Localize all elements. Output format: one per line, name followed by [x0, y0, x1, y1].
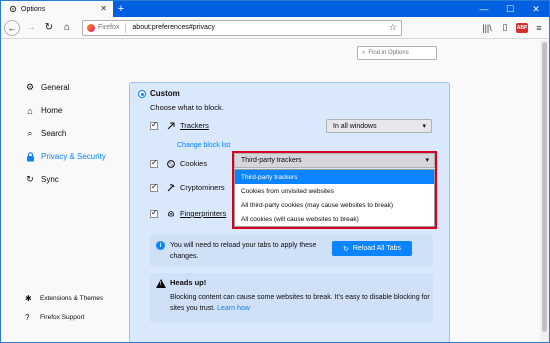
- tab-options[interactable]: Options ✕: [1, 1, 113, 17]
- sidebar-item-privacy-security[interactable]: Privacy & Security: [25, 145, 125, 168]
- identity-box[interactable]: Firefox: [87, 23, 120, 32]
- scrollbar-thumb[interactable]: [542, 42, 547, 332]
- learn-how-link[interactable]: Learn how: [217, 305, 250, 312]
- url-text[interactable]: about:preferences#privacy: [132, 24, 215, 31]
- cookies-label: Cookies: [180, 159, 208, 168]
- reload-all-tabs-label: Reload All Tabs: [352, 245, 401, 252]
- custom-radio[interactable]: [138, 90, 146, 98]
- search-icon: ⌕: [27, 128, 33, 138]
- window-controls: — ☐ ✕: [471, 1, 549, 17]
- search-icon: ⌕: [362, 49, 366, 56]
- fingerprinters-checkbox[interactable]: [150, 208, 158, 218]
- pickaxe-icon: [166, 183, 176, 192]
- sidebar-item-search[interactable]: ⌕ Search: [25, 122, 125, 145]
- trackers-scope-value: In all windows: [333, 122, 377, 130]
- cryptominers-checkbox[interactable]: [150, 182, 158, 192]
- home-icon: ⌂: [27, 105, 33, 116]
- firefox-support-link[interactable]: ? Firefox Support: [25, 313, 135, 322]
- footer-link-label: Extensions & Themes: [40, 295, 104, 302]
- cookie-icon: [166, 159, 176, 168]
- trackers-label: Trackers: [180, 121, 209, 130]
- heads-up-notice: ! Heads up! Blocking content can cause s…: [150, 273, 433, 323]
- cryptominers-row: Cryptominers: [150, 182, 225, 192]
- help-icon: ?: [25, 313, 30, 322]
- reload-button[interactable]: ↻: [40, 19, 58, 37]
- fingerprinters-row: Fingerprinters: [150, 208, 227, 218]
- firefox-icon: [87, 23, 95, 32]
- preferences-sidebar: ⚙ General ⌂ Home ⌕ Search Privacy & Secu…: [25, 76, 125, 191]
- close-tab-icon[interactable]: ✕: [100, 4, 107, 13]
- vertical-scrollbar[interactable]: [540, 40, 549, 342]
- change-block-list-link[interactable]: Change block list: [177, 142, 230, 149]
- chevron-down-icon: ▾: [422, 123, 426, 130]
- url-bar[interactable]: Firefox about:preferences#privacy ☆: [82, 19, 402, 36]
- adblock-plus-icon[interactable]: ABP: [516, 22, 528, 33]
- lock-icon: [25, 151, 35, 162]
- heads-up-title: Heads up!: [170, 278, 207, 287]
- cookies-row: Cookies: [150, 158, 208, 168]
- browser-window: Options ✕ + — ☐ ✕ ← → ↻ ⌂ Firefox about:…: [0, 0, 550, 343]
- reload-icon: ↻: [343, 245, 349, 253]
- sidebar-item-label: Home: [41, 106, 63, 115]
- new-tab-button[interactable]: +: [113, 1, 129, 17]
- identity-label: Firefox: [98, 24, 120, 31]
- maximize-button[interactable]: ☐: [497, 1, 523, 17]
- sidebar-item-home[interactable]: ⌂ Home: [25, 99, 125, 122]
- custom-title: Custom: [150, 89, 180, 98]
- hamburger-menu-icon[interactable]: ≡: [532, 21, 546, 35]
- find-in-options-input[interactable]: ⌕ Find in Options: [357, 46, 437, 60]
- cryptominers-label: Cryptominers: [180, 183, 225, 192]
- close-window-button[interactable]: ✕: [523, 1, 549, 17]
- navigation-toolbar: ← → ↻ ⌂ Firefox about:preferences#privac…: [1, 17, 549, 39]
- reload-all-tabs-button[interactable]: ↻ Reload All Tabs: [332, 241, 412, 256]
- puzzle-icon: ✱: [25, 294, 32, 303]
- tab-title: Options: [21, 5, 46, 13]
- sidebar-item-label: General: [41, 83, 70, 92]
- extensions-themes-link[interactable]: ✱ Extensions & Themes: [25, 294, 135, 303]
- footer-link-label: Firefox Support: [40, 314, 85, 321]
- info-icon: i: [156, 241, 165, 250]
- trackers-row: Trackers: [150, 120, 209, 130]
- gear-icon: ⚙: [25, 82, 35, 92]
- sync-icon: ↻: [26, 174, 34, 184]
- fingerprinters-label: Fingerprinters: [180, 209, 227, 218]
- sidebar-toggle-icon[interactable]: ▯: [498, 21, 512, 35]
- warning-icon: !: [156, 279, 166, 288]
- sidebar-item-label: Privacy & Security: [41, 152, 106, 161]
- heads-up-body: Blocking content can cause some websites…: [170, 294, 430, 312]
- gear-icon: [9, 5, 17, 13]
- sidebar-item-label: Sync: [41, 175, 59, 184]
- find-placeholder: Find in Options: [368, 50, 409, 56]
- tab-strip: Options ✕ + — ☐ ✕: [1, 1, 549, 17]
- bookmark-star-icon[interactable]: ☆: [389, 22, 397, 33]
- sidebar-item-sync[interactable]: ↻ Sync: [25, 168, 125, 191]
- url-separator: [125, 22, 127, 33]
- minimize-button[interactable]: —: [471, 1, 497, 17]
- choose-what-to-block: Choose what to block.: [150, 103, 224, 112]
- trackers-scope-select[interactable]: In all windows ▾: [326, 119, 432, 133]
- fingerprint-icon: [166, 210, 176, 218]
- tracker-icon: [166, 122, 176, 130]
- reload-notice: i You will need to reload your tabs to a…: [150, 235, 433, 267]
- toolbar-right: |||\ ▯ ABP ≡: [480, 21, 546, 35]
- cookies-checkbox[interactable]: [150, 158, 158, 168]
- preferences-content: ⌕ Find in Options ⚙ General ⌂ Home ⌕ Sea…: [1, 40, 549, 342]
- highlight-box: [232, 151, 437, 229]
- back-button[interactable]: ←: [4, 19, 20, 36]
- heads-up-text: Blocking content can cause some websites…: [170, 292, 430, 314]
- sidebar-item-general[interactable]: ⚙ General: [25, 76, 125, 99]
- reload-notice-text: You will need to reload your tabs to app…: [170, 242, 317, 260]
- forward-button[interactable]: →: [22, 19, 40, 37]
- trackers-checkbox[interactable]: [150, 120, 158, 130]
- library-icon[interactable]: |||\: [480, 21, 494, 35]
- sidebar-item-label: Search: [41, 129, 67, 138]
- home-button[interactable]: ⌂: [58, 19, 76, 37]
